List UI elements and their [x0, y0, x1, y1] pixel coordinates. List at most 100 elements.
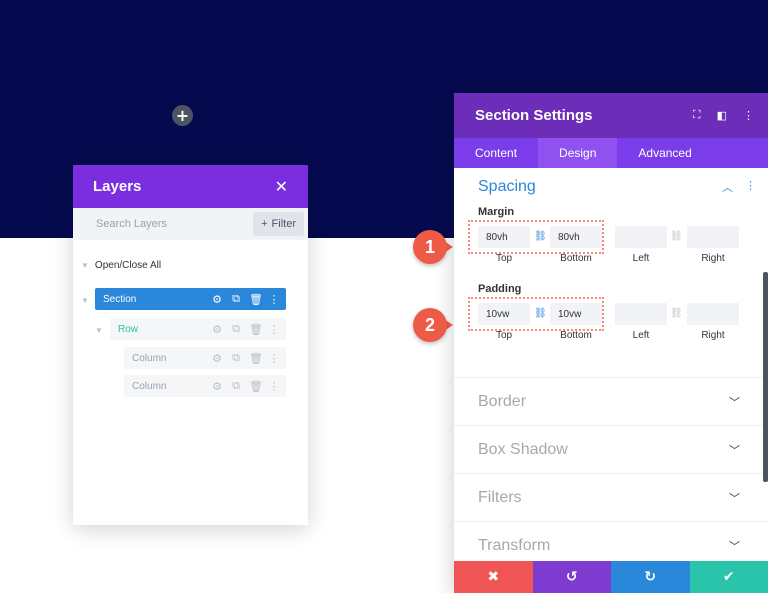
caret-down-icon[interactable]: ▼ [95, 326, 103, 335]
duplicate-icon[interactable]: ⧉ [230, 380, 242, 393]
search-input[interactable]: Search Layers [96, 218, 167, 230]
section-title: Transform [478, 536, 551, 554]
more-icon[interactable]: ⋮ [268, 323, 280, 336]
layer-actions: ⚙ ⧉ 🗑 ⋮ [211, 380, 280, 393]
trash-icon[interactable]: 🗑 [249, 323, 263, 336]
open-close-all-label: Open/Close All [94, 260, 162, 271]
link-icon[interactable]: ⛓ [670, 231, 683, 242]
layer-item-row[interactable]: Row ⚙ ⧉ 🗑 ⋮ [110, 318, 286, 340]
filter-label: Filter [271, 218, 296, 230]
link-icon[interactable]: ⛓ [670, 308, 683, 319]
duplicate-icon[interactable]: ⧉ [230, 323, 242, 336]
undo-button[interactable]: ↺ [532, 561, 611, 593]
callout-number: 1 [413, 230, 447, 264]
sublabel-right: Right [701, 330, 725, 341]
margin-left-input[interactable] [615, 226, 667, 248]
layer-actions: ⚙ ⧉ 🗑 ⋮ [211, 293, 280, 306]
sublabel-bottom: Bottom [560, 253, 592, 264]
margin-right-input[interactable] [687, 226, 739, 248]
section-settings-panel: Section Settings ⛶ ◧ ⋮ Content Design Ad… [454, 93, 768, 593]
spacing-toggle[interactable]: Spacing ︿ ⋮ [454, 168, 768, 206]
chevron-down-icon: ﹀ [729, 540, 740, 553]
sublabel-top: Top [495, 330, 513, 341]
callout-marker: 1 [413, 230, 453, 264]
sublabel-top: Top [495, 253, 513, 264]
highlight-box [468, 220, 604, 254]
gear-icon[interactable]: ⚙ [211, 380, 223, 393]
padding-right-input[interactable] [687, 303, 739, 325]
layers-search-bar: Search Layers + Filter [73, 208, 308, 240]
settings-scrollbar[interactable] [763, 272, 768, 482]
spacing-controls: ︿ ⋮ [722, 179, 756, 195]
settings-title: Section Settings [475, 107, 593, 124]
padding-group: Padding 10vw ⛓ 10vw ⛓ Top Bottom Left Ri… [454, 283, 768, 360]
more-icon[interactable]: ⋮ [268, 293, 280, 306]
sublabel-right: Right [701, 253, 725, 264]
split-view-icon[interactable]: ◧ [717, 109, 727, 122]
trash-icon[interactable]: 🗑 [249, 352, 263, 365]
layers-header: Layers ✕ [73, 165, 308, 208]
layer-label: Column [132, 352, 167, 364]
layer-actions: ⚙ ⧉ 🗑 ⋮ [211, 352, 280, 365]
layer-label: Column [132, 380, 167, 392]
gear-icon[interactable]: ⚙ [211, 323, 223, 336]
layer-label: Row [118, 323, 139, 335]
settings-footer: ✖ ↺ ↻ ✔ [454, 561, 768, 593]
layer-actions: ⚙ ⧉ 🗑 ⋮ [211, 323, 280, 336]
filter-button[interactable]: + Filter [253, 212, 304, 236]
add-module-icon[interactable]: + [172, 105, 193, 126]
layer-item-column[interactable]: Column ⚙ ⧉ 🗑 ⋮ [124, 347, 286, 369]
layer-item-column[interactable]: Column ⚙ ⧉ 🗑 ⋮ [124, 375, 286, 397]
save-button[interactable]: ✔ [689, 561, 768, 593]
chevron-up-icon[interactable]: ︿ [722, 179, 733, 195]
margin-label: Margin [478, 206, 515, 218]
tab-advanced[interactable]: Advanced [617, 138, 712, 168]
section-border[interactable]: Border ﹀ [454, 377, 768, 425]
layer-item-section[interactable]: Section ⚙ ⧉ 🗑 ⋮ [95, 288, 286, 310]
settings-header: Section Settings ⛶ ◧ ⋮ [454, 93, 768, 138]
gear-icon[interactable]: ⚙ [211, 293, 223, 306]
trash-icon[interactable]: 🗑 [249, 380, 263, 393]
callout-number: 2 [413, 308, 447, 342]
layers-panel: Layers ✕ Search Layers + Filter ▼ Open/C… [73, 165, 308, 525]
duplicate-icon[interactable]: ⧉ [230, 352, 242, 365]
section-title: Box Shadow [478, 440, 568, 458]
padding-left-input[interactable] [615, 303, 667, 325]
padding-label: Padding [478, 283, 522, 295]
open-close-all-toggle[interactable]: ▼ Open/Close All [81, 260, 161, 271]
sublabel-left: Left [632, 330, 650, 341]
duplicate-icon[interactable]: ⧉ [230, 293, 242, 306]
section-box-shadow[interactable]: Box Shadow ﹀ [454, 425, 768, 473]
layer-label: Section [103, 293, 137, 305]
header-actions: ⛶ ◧ ⋮ [693, 109, 754, 122]
chevron-down-icon: ﹀ [729, 444, 740, 457]
plus-icon: + [261, 218, 268, 230]
tab-content[interactable]: Content [454, 138, 538, 168]
layers-title: Layers [93, 178, 142, 195]
callout-marker: 2 [413, 308, 453, 342]
chevron-down-icon: ﹀ [729, 492, 740, 505]
section-title: Filters [478, 488, 522, 506]
cancel-button[interactable]: ✖ [454, 561, 533, 593]
caret-down-icon[interactable]: ▼ [81, 296, 89, 305]
sublabel-left: Left [632, 253, 650, 264]
sublabel-bottom: Bottom [560, 330, 592, 341]
more-icon[interactable]: ⋮ [743, 109, 754, 122]
section-title: Border [478, 392, 527, 410]
caret-down-icon: ▼ [81, 261, 89, 270]
close-icon[interactable]: ✕ [275, 177, 288, 196]
margin-group: Margin 80vh ⛓ 80vh ⛓ Top Bottom Left Rig… [454, 206, 768, 283]
highlight-box [468, 297, 604, 331]
more-icon[interactable]: ⋮ [268, 352, 280, 365]
chevron-down-icon: ﹀ [729, 396, 740, 409]
more-icon[interactable]: ⋮ [268, 380, 280, 393]
redo-button[interactable]: ↻ [611, 561, 690, 593]
spacing-title: Spacing [478, 178, 536, 195]
settings-tabs: Content Design Advanced [454, 138, 768, 168]
trash-icon[interactable]: 🗑 [249, 293, 263, 306]
more-icon[interactable]: ⋮ [745, 179, 756, 195]
section-filters[interactable]: Filters ﹀ [454, 473, 768, 521]
gear-icon[interactable]: ⚙ [211, 352, 223, 365]
fullscreen-icon[interactable]: ⛶ [693, 109, 701, 122]
tab-design[interactable]: Design [538, 138, 618, 168]
